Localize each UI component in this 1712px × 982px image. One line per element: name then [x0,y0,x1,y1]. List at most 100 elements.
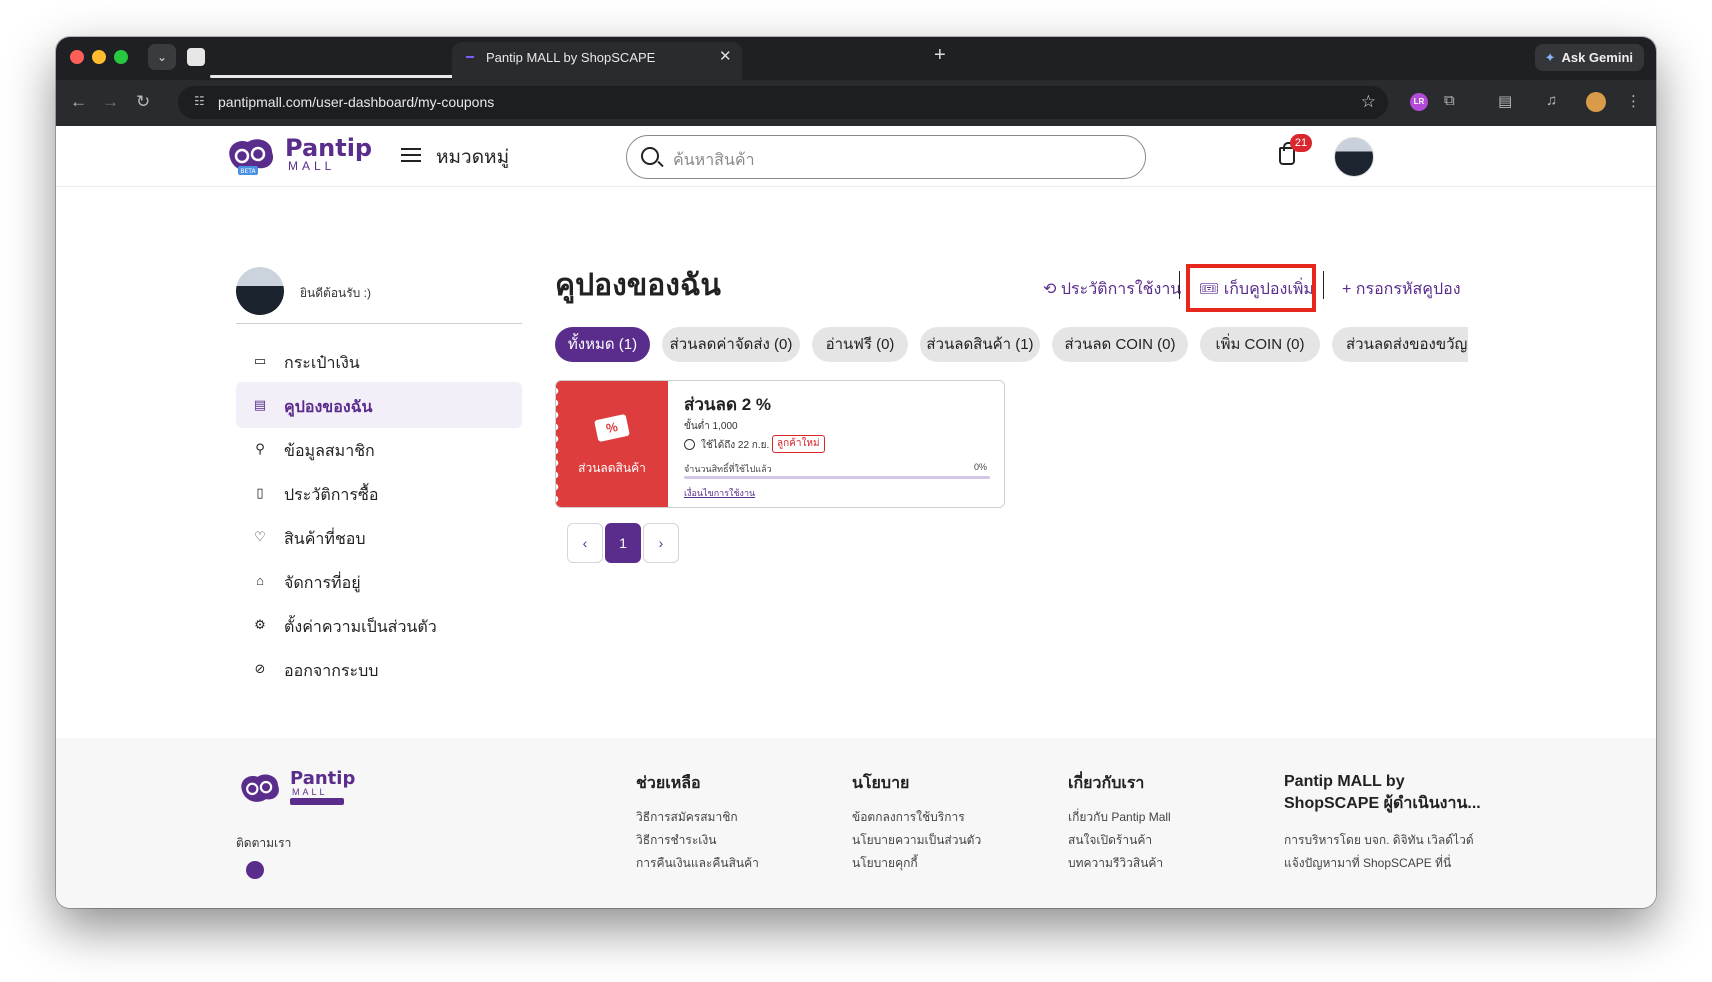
site-footer: Pantip MALL ติดตามเรา ช่วยเหลือ วิธีการส… [56,738,1656,908]
new-customer-badge: ลูกค้าใหม่ [772,435,825,453]
logo-name[interactable]: Pantip [285,134,372,162]
url-text[interactable]: pantipmall.com/user-dashboard/my-coupons [218,94,494,110]
ask-gemini-button[interactable]: ✦ Ask Gemini [1534,44,1644,71]
filter-chip-gift-shipping[interactable]: ส่วนลดส่งของขวัญ (0) [1332,327,1468,362]
filter-chip-product-discount[interactable]: ส่วนลดสินค้า (1) [920,327,1040,362]
minimize-window-button[interactable] [92,50,106,64]
extensions-puzzle-icon[interactable]: ⧉ [1444,92,1455,109]
new-tab-button[interactable]: + [934,44,946,67]
site-info-icon[interactable]: ☷ [194,94,210,110]
enter-coupon-code-link[interactable]: + กรอกรหัสคูปอง [1342,277,1461,302]
footer-policy-title: นโยบาย [852,775,910,792]
sidebar-item-wallet[interactable]: ▭ กระเป๋าเงิน [236,338,522,384]
profile-avatar[interactable] [1586,92,1606,112]
clock-icon [684,439,695,450]
categories-menu-label[interactable]: หมวดหมู่ [436,142,509,172]
logo-beta-label: BETA [240,168,256,175]
sidebar-item-addresses[interactable]: ⌂ จัดการที่อยู่ [236,558,522,604]
tab-search-button[interactable]: ⌄ [148,44,176,70]
coupon-used-percent: 0% [974,462,988,472]
footer-help-title: ช่วยเหลือ [636,775,701,792]
sidebar-item-label: คูปองของฉัน [284,399,373,416]
site-header: BETA Pantip MALL หมวดหมู่ ค้นหาสินค้า 21 [56,126,1656,187]
sidebar-item-logout[interactable]: ⊘ ออกจากระบบ [236,646,522,692]
filter-chip-coin-discount[interactable]: ส่วนลด COIN (0) [1052,327,1188,362]
coupon-used-label: จำนวนสิทธิ์ที่ใช้ไปแล้ว [684,464,772,474]
hamburger-menu-icon[interactable] [401,148,421,162]
action-separator [1323,271,1324,299]
filter-chip-add-coin[interactable]: เพิ่ม COIN (0) [1200,327,1320,362]
media-controls-icon[interactable]: ♫ [1546,92,1557,109]
coupon-card[interactable]: % ส่วนลดสินค้า ส่วนลด 2 % ขั้นต่ำ 1,000 … [555,380,1005,508]
page-content: BETA Pantip MALL หมวดหมู่ ค้นหาสินค้า 21… [56,126,1656,908]
sidebar-item-my-coupons[interactable]: ▤ คูปองของฉัน [236,382,522,428]
filter-chip-free-read[interactable]: อ่านฟรี (0) [812,327,908,362]
forward-icon[interactable]: → [102,92,119,112]
coupon-terms-link[interactable]: เงื่อนไขการใช้งาน [684,486,755,500]
pagination-prev-button[interactable]: ‹ [567,523,603,563]
footer-link[interactable]: เกี่ยวกับ Pantip Mall [1068,808,1171,827]
tab-close-icon[interactable]: ✕ [719,47,732,65]
address-bar[interactable]: ☷ pantipmall.com/user-dashboard/my-coupo… [178,86,1388,119]
ask-gemini-label: Ask Gemini [1561,50,1633,65]
search-placeholder: ค้นหาสินค้า [673,152,755,169]
maximize-window-button[interactable] [114,50,128,64]
more-menu-icon[interactable]: ⋮ [1626,92,1641,110]
search-icon [641,147,659,165]
footer-link[interactable]: ข้อตกลงการใช้บริการ [852,808,965,827]
user-icon: ⚲ [255,441,265,456]
tab-groups-icon[interactable] [187,48,205,66]
sidebar-item-purchase-history[interactable]: ▯ ประวัติการซื้อ [236,470,522,516]
close-window-button[interactable] [70,50,84,64]
footer-link[interactable]: นโยบายคุกกี้ [852,854,918,873]
footer-logo-name: Pantip [290,768,356,789]
sidebar-item-privacy-settings[interactable]: ⚙ ตั้งค่าความเป็นส่วนตัว [236,602,522,648]
welcome-text: ยินดีต้อนรับ :) [300,286,371,300]
footer-about-us-title: เกี่ยวกับเรา [1068,775,1145,792]
tab-strip: ⌄ Pantip MALL by ShopSCAPE ✕ + ✦ Ask Gemi… [56,37,1656,80]
side-panel-icon[interactable]: ▤ [1498,92,1512,110]
wallet-icon: ▭ [253,353,267,368]
footer-link[interactable]: บทความรีวิวสินค้า [1068,854,1163,873]
pagination-page-button[interactable]: 1 [605,523,641,563]
sidebar-item-favorites[interactable]: ♡ สินค้าที่ชอบ [236,514,522,560]
sidebar-user-avatar [236,267,284,315]
footer-link[interactable]: การคืนเงินและคืนสินค้า [636,854,759,873]
coupon-min-spend: ขั้นต่ำ 1,000 [684,421,738,432]
social-icon[interactable] [246,861,264,879]
footer-company-line[interactable]: แจ้งปัญหามาที่ ShopSCAPE ที่นี่ [1284,854,1451,873]
footer-logo-icon[interactable] [236,770,284,806]
sidebar-item-label: ข้อมูลสมาชิก [284,443,375,460]
coupon-type-label: ส่วนลดสินค้า [578,461,646,475]
logo-sub: MALL [288,159,336,173]
page-title: คูปองของฉัน [555,269,721,302]
sidebar-item-label: สินค้าที่ชอบ [284,531,366,548]
home-icon: ⌂ [256,573,264,588]
action-separator [1179,271,1180,299]
reload-icon[interactable]: ↻ [136,92,150,112]
bookmark-star-icon[interactable]: ☆ [1361,92,1376,112]
header-user-avatar[interactable] [1334,137,1374,177]
filter-chip-shipping-discount[interactable]: ส่วนลดค่าจัดส่ง (0) [662,327,800,362]
extension-lr-icon[interactable]: LR [1410,93,1428,111]
tab-title[interactable]: Pantip MALL by ShopSCAPE [486,50,686,65]
footer-company-title: Pantip MALL by ShopSCAPE ผู้ดำเนินงาน... [1284,773,1481,812]
usage-history-link[interactable]: ⟲ ประวัติการใช้งาน [1043,277,1181,302]
filter-chip-all[interactable]: ทั้งหมด (1) [555,327,650,362]
browser-toolbar: ← → ↻ ☷ pantipmall.com/user-dashboard/my… [56,80,1656,126]
sidebar-item-label: จัดการที่อยู่ [284,575,361,592]
search-input[interactable]: ค้นหาสินค้า [626,135,1146,179]
coupon-icon: ▤ [253,397,267,412]
back-icon[interactable]: ← [70,92,87,112]
pantip-logo-icon[interactable]: BETA [224,134,278,176]
footer-logo-sub: MALL [292,787,328,797]
footer-link[interactable]: วิธีการสมัครสมาชิก [636,808,738,827]
sidebar-divider [236,323,522,324]
footer-link[interactable]: วิธีการชำระเงิน [636,831,716,850]
footer-link[interactable]: สนใจเปิดร้านค้า [1068,831,1152,850]
heart-icon: ♡ [254,529,266,544]
coupon-expiry: ใช้ได้ถึง 22 ก.ย. [701,440,770,451]
footer-link[interactable]: นโยบายความเป็นส่วนตัว [852,831,981,850]
sidebar-item-profile[interactable]: ⚲ ข้อมูลสมาชิก [236,426,522,472]
pagination-next-button[interactable]: › [643,523,679,563]
